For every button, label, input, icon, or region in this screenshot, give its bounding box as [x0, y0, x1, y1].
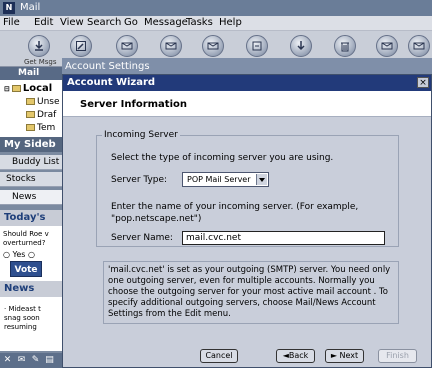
sidebar-tab-stocks[interactable]: Stocks	[0, 172, 62, 187]
stop-button[interactable]	[408, 35, 430, 57]
menu-bar: File Edit View Search Go Message Tasks H…	[0, 16, 432, 31]
back-button[interactable]: ◄Back	[276, 349, 315, 363]
file-icon	[252, 41, 262, 51]
news-item[interactable]: · Mideast t	[4, 305, 62, 314]
folder-drafts[interactable]: Draf	[26, 110, 56, 120]
menu-edit[interactable]: Edit	[34, 17, 53, 28]
envelope-icon	[165, 42, 177, 50]
my-sidebar-header: My Sideb	[0, 137, 62, 152]
menu-tasks[interactable]: Tasks	[186, 17, 213, 28]
radio-icon[interactable]: ○	[28, 250, 35, 259]
smtp-info-text: 'mail.cvc.net' is set as your outgoing (…	[108, 265, 391, 319]
download-icon	[35, 41, 43, 51]
forward-button[interactable]	[202, 35, 224, 57]
today-header: Today's	[0, 210, 62, 226]
sidebar-tab-news[interactable]: News	[0, 190, 62, 205]
composer-icon[interactable]: ✎	[30, 355, 41, 366]
folder-tree: ⊟ Local Unse Draf Tem	[0, 80, 62, 137]
group-legend: Incoming Server	[102, 130, 180, 140]
poll-question: Should Roe v overturned?	[3, 230, 49, 247]
server-name-input[interactable]: mail.cvc.net	[182, 231, 385, 245]
server-type-dropdown[interactable]: POP Mail Server	[182, 172, 269, 187]
mail-icon[interactable]: ✉	[16, 355, 27, 366]
get-msgs-button[interactable]	[28, 35, 50, 57]
get-msgs-label: Get Msgs	[24, 58, 57, 66]
finish-button[interactable]: Finish	[378, 349, 417, 363]
mail-folders-header: Mail Fold	[0, 67, 62, 91]
folder-icon	[26, 98, 35, 105]
select-prompt: Select the type of incoming server you a…	[111, 153, 334, 163]
reply-all-button[interactable]	[160, 35, 182, 57]
wizard-page-header: Server Information	[63, 91, 431, 117]
trash-icon	[341, 42, 349, 52]
menu-go[interactable]: Go	[124, 17, 138, 28]
navigator-icon[interactable]: ✕	[2, 355, 13, 366]
delete-button[interactable]	[334, 35, 356, 57]
compose-button[interactable]	[70, 35, 92, 57]
status-bar: ✕ ✉ ✎ ▤	[0, 353, 62, 368]
server-name-label: Server Name:	[111, 233, 173, 243]
account-wizard-dialog: Account Wizard × Server Information Inco…	[62, 74, 432, 368]
name-example: "pop.netscape.net")	[111, 214, 202, 224]
news-panel: · Mideast t snag soon resuming	[0, 297, 62, 351]
page-title: Server Information	[80, 99, 187, 110]
envelope-icon	[207, 42, 219, 50]
mail-titlebar: N Mail	[0, 0, 432, 16]
dialog-title: Account Wizard	[63, 75, 431, 91]
name-prompt: Enter the name of your incoming server. …	[111, 202, 359, 212]
compose-icon	[76, 41, 86, 51]
folder-unsent[interactable]: Unse	[26, 97, 60, 107]
folder-icon	[26, 124, 35, 131]
chevron-down-icon[interactable]	[256, 174, 267, 185]
radio-icon[interactable]: ○	[3, 250, 10, 259]
netscape-logo-icon: N	[3, 2, 15, 14]
reply-button[interactable]	[116, 35, 138, 57]
poll-option-yes[interactable]: ○ Yes ○	[3, 250, 35, 259]
file-button[interactable]	[290, 35, 312, 57]
computer-icon	[11, 84, 21, 92]
menu-search[interactable]: Search	[87, 17, 121, 28]
folder-icon	[26, 111, 35, 118]
down-arrow-icon	[297, 41, 305, 51]
menu-help[interactable]: Help	[219, 17, 242, 28]
sidebar-tab-buddy-list[interactable]: Buddy List	[0, 155, 62, 170]
folder-templates[interactable]: Tem	[26, 123, 55, 133]
news-item[interactable]: snag soon	[4, 314, 62, 323]
folder-local[interactable]: ⊟ Local	[4, 83, 52, 94]
menu-file[interactable]: File	[3, 17, 20, 28]
envelope-icon	[413, 42, 425, 50]
window-title: Mail	[20, 2, 41, 13]
next-button[interactable]: ► Next	[325, 349, 364, 363]
close-icon[interactable]: ×	[417, 77, 429, 88]
news-item[interactable]: resuming	[4, 323, 62, 332]
server-type-value: POP Mail Server	[187, 175, 251, 184]
envelope-icon	[121, 42, 133, 50]
menu-message[interactable]: Message	[144, 17, 188, 28]
server-type-label: Server Type:	[111, 175, 168, 185]
cancel-button[interactable]: Cancel	[200, 349, 238, 363]
vote-button[interactable]: Vote	[10, 261, 42, 277]
menu-view[interactable]: View	[60, 17, 84, 28]
news-header: News	[0, 281, 62, 297]
tree-toggle-icon[interactable]: ⊟	[4, 85, 10, 93]
next-button[interactable]	[246, 35, 268, 57]
envelope-icon	[381, 42, 393, 50]
print-button[interactable]	[376, 35, 398, 57]
address-book-icon[interactable]: ▤	[44, 355, 55, 366]
